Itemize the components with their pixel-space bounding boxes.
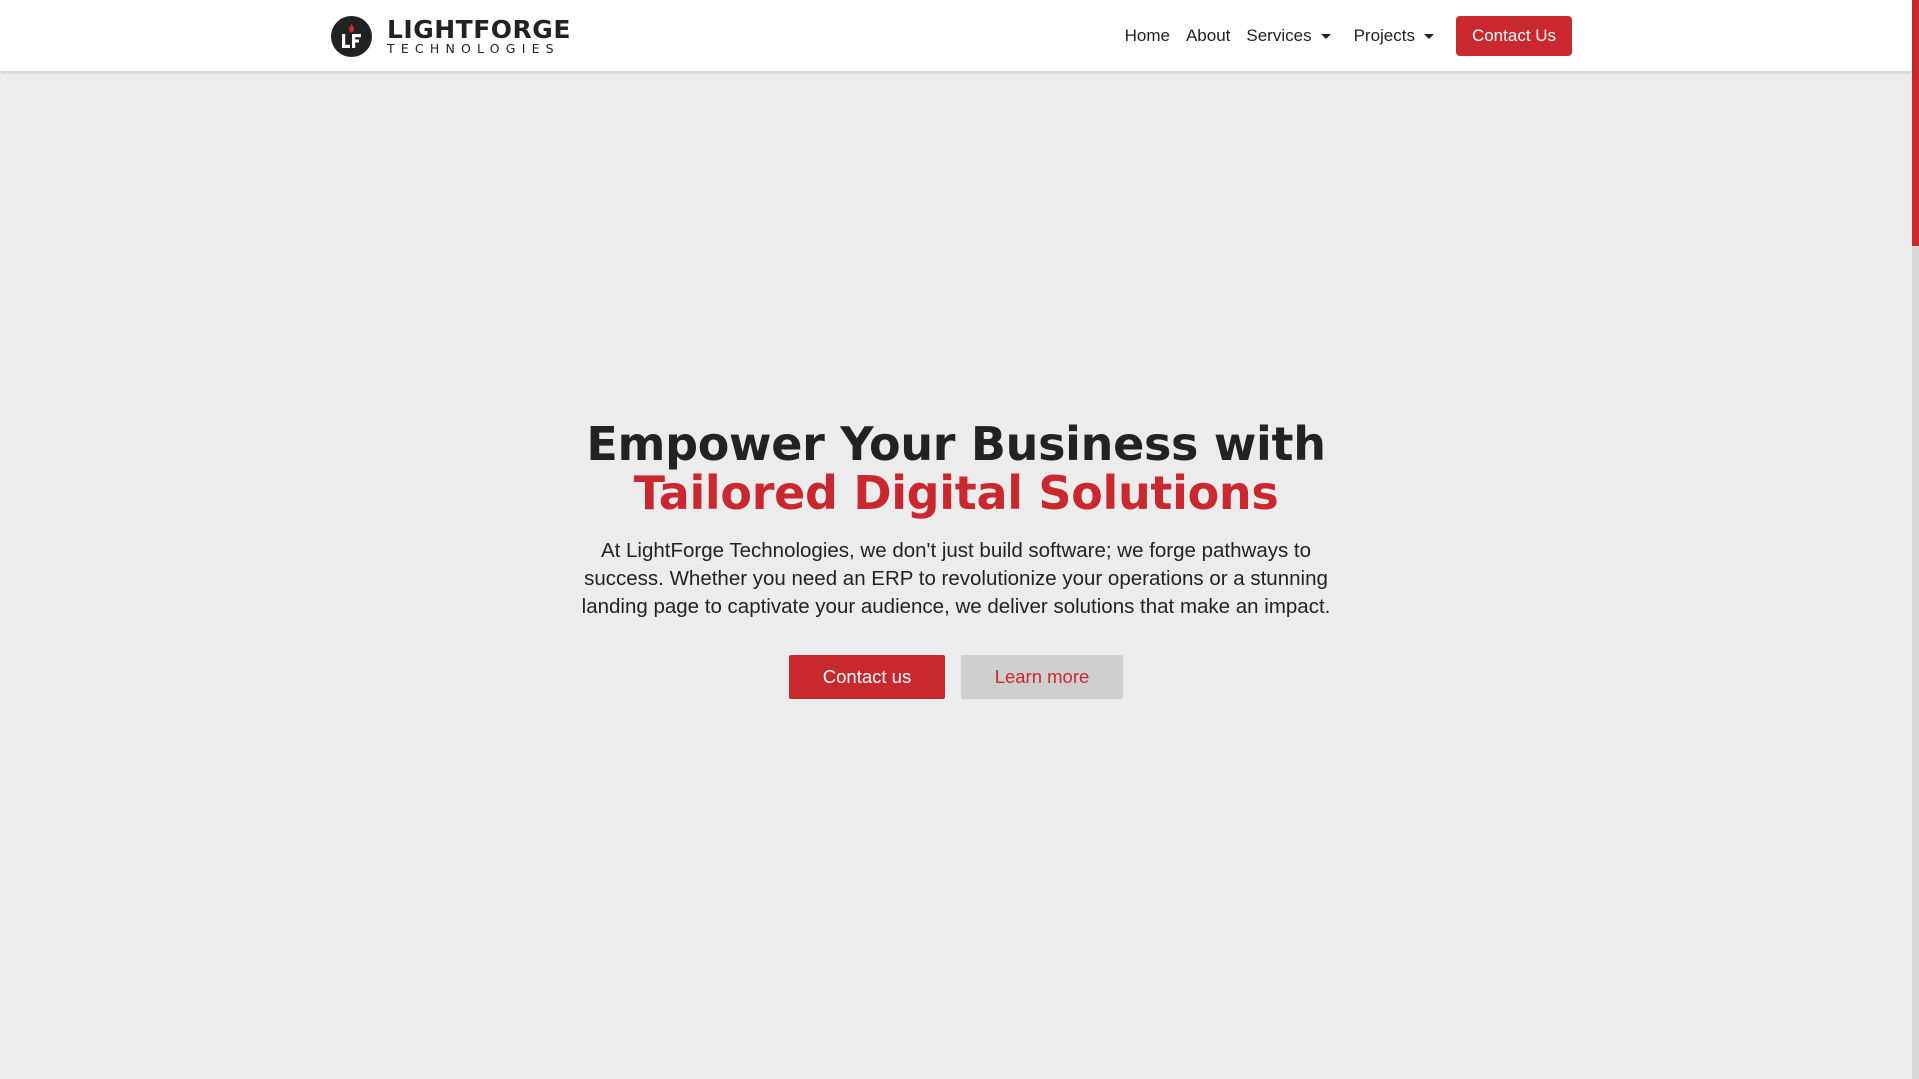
hero-title-line1: Empower Your Business with (586, 417, 1326, 471)
main-nav: Home About Services Projects Contact Us (1109, 16, 1572, 56)
nav-item-home[interactable]: Home (1125, 26, 1170, 46)
contact-us-button[interactable]: Contact us (789, 655, 945, 699)
hero-title: Empower Your Business with Tailored Digi… (0, 420, 1912, 518)
page: LIGHTFORGE TECHNOLOGIES Home About Servi… (0, 0, 1919, 1079)
learn-more-button[interactable]: Learn more (961, 655, 1123, 699)
page-scrollbar[interactable] (1912, 0, 1919, 1079)
hero-section: Empower Your Business with Tailored Digi… (0, 420, 1912, 699)
nav-item-label: Home (1124, 26, 1170, 45)
nav-item-label: Services (1246, 26, 1312, 45)
brand-name: LIGHTFORGE (387, 14, 571, 44)
hero-actions: Contact us Learn more (0, 655, 1912, 699)
brand-tagline: TECHNOLOGIES (387, 40, 560, 56)
contact-us-nav-button[interactable]: Contact Us (1456, 16, 1572, 56)
nav-item-label: Projects (1353, 26, 1415, 45)
nav-item-projects[interactable]: Projects (1354, 26, 1434, 46)
hero-description: At LightForge Technologies, we don't jus… (581, 539, 1331, 618)
scrollbar-thumb[interactable] (1912, 0, 1919, 246)
nav-item-services[interactable]: Services (1246, 26, 1331, 46)
lightforge-flame-logo-icon (331, 15, 372, 57)
caret-down-icon (1424, 33, 1434, 39)
nav-item-label: About (1185, 26, 1231, 45)
site-header: LIGHTFORGE TECHNOLOGIES Home About Servi… (0, 0, 1912, 71)
brand-logo[interactable]: LIGHTFORGE TECHNOLOGIES (331, 15, 571, 57)
hero-title-accent: Tailored Digital Solutions (633, 466, 1279, 520)
brand-wordmark: LIGHTFORGE TECHNOLOGIES (387, 17, 571, 56)
caret-down-icon (1320, 33, 1331, 39)
nav-item-about[interactable]: About (1186, 26, 1230, 46)
